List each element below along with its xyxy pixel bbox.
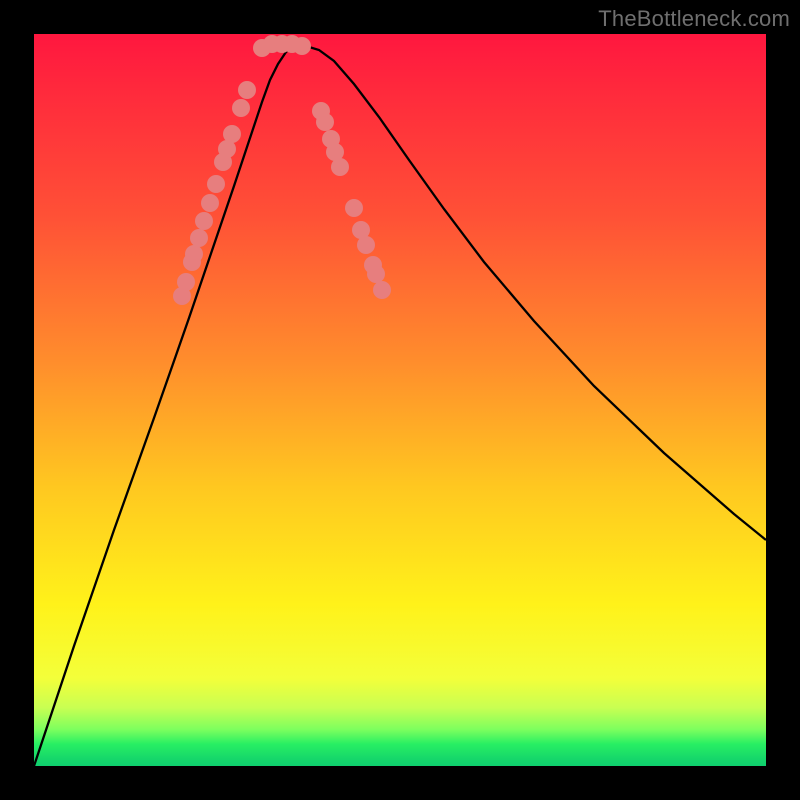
- data-point: [373, 281, 391, 299]
- data-point: [238, 81, 256, 99]
- chart-frame: TheBottleneck.com: [0, 0, 800, 800]
- data-point: [207, 175, 225, 193]
- data-point: [331, 158, 349, 176]
- data-point: [293, 37, 311, 55]
- data-point: [195, 212, 213, 230]
- watermark-text: TheBottleneck.com: [598, 6, 790, 32]
- data-point: [201, 194, 219, 212]
- plot-area: [34, 34, 766, 766]
- data-point: [223, 125, 241, 143]
- data-point: [177, 273, 195, 291]
- bottleneck-curve: [34, 46, 766, 766]
- data-point: [367, 265, 385, 283]
- highlighted-dots: [173, 35, 391, 305]
- curve-svg: [34, 34, 766, 766]
- data-point: [190, 229, 208, 247]
- data-point: [345, 199, 363, 217]
- data-point: [316, 113, 334, 131]
- data-point: [185, 245, 203, 263]
- data-point: [357, 236, 375, 254]
- data-point: [232, 99, 250, 117]
